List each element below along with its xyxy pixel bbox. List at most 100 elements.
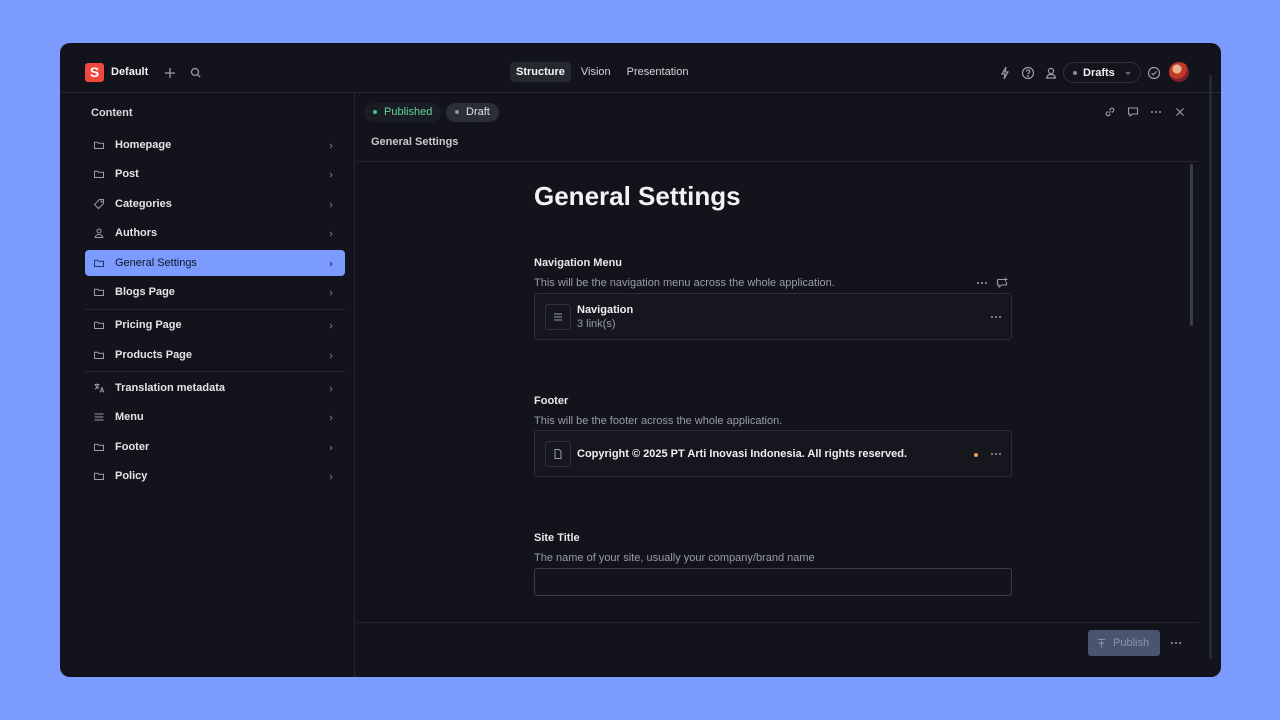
sidebar-item-label: Post [115,168,139,180]
sidebar-divider [85,309,345,310]
menu-icon [545,304,571,330]
page-title: General Settings [534,181,741,211]
content-sidebar: Content Homepage Post Categories Authors… [60,93,355,677]
folder-icon [93,139,105,151]
more-icon[interactable] [989,447,1003,461]
tag-icon [93,198,105,210]
sidebar-item-policy[interactable]: Policy [85,463,345,489]
folder-icon [93,441,105,453]
studio-logo[interactable]: S [85,63,104,82]
document-form[interactable]: General Settings Navigation Menu This wi… [356,162,1199,623]
sidebar-title: Content [91,107,133,119]
site-title-input[interactable] [534,568,1012,596]
document-icon [545,441,571,467]
sidebar-item-label: Categories [115,198,172,210]
folder-icon [93,319,105,331]
window-scrollbar[interactable] [1209,75,1212,659]
more-icon[interactable] [989,310,1003,324]
users-icon[interactable] [1043,65,1059,81]
navigation-menu-label: Navigation Menu [534,257,623,269]
sidebar-item-label: Menu [115,411,144,423]
document-editor: Published Draft General Settings General… [356,93,1199,677]
chevron-right-icon [327,141,335,149]
chevron-right-icon [327,170,335,178]
folder-icon [93,349,105,361]
sidebar-item-general-settings[interactable]: General Settings [85,250,345,276]
document-footer: Publish [356,622,1199,677]
chevron-right-icon [327,384,335,392]
chevron-right-icon [327,229,335,237]
more-icon[interactable] [1149,105,1163,119]
chevron-right-icon [327,288,335,296]
tab-structure[interactable]: Structure [510,62,571,82]
folder-icon [93,168,105,180]
sidebar-item-label: Authors [115,227,158,239]
navigation-reference-card[interactable]: Navigation 3 link(s) [534,293,1012,340]
sidebar-item-menu[interactable]: Menu [85,404,345,430]
sidebar-item-blogs-page[interactable]: Blogs Page [85,279,345,305]
footer-label: Footer [534,395,569,407]
reference-subtitle: 3 link(s) [577,318,616,330]
field-more-icon[interactable] [975,276,989,290]
chevron-right-icon [327,443,335,451]
folder-icon [93,257,105,269]
sidebar-item-label: Products Page [115,349,193,361]
sidebar-item-pricing-page[interactable]: Pricing Page [85,312,345,338]
site-title-description: The name of your site, usually your comp… [534,552,815,564]
perspective-dropdown[interactable]: Drafts [1063,62,1141,83]
bolt-icon[interactable] [997,65,1013,81]
plus-icon[interactable] [162,65,178,81]
tab-presentation[interactable]: Presentation [621,62,695,82]
chevron-down-icon [1124,68,1132,76]
chevron-right-icon [327,413,335,421]
sidebar-divider [85,371,345,372]
document-title: General Settings [371,136,459,148]
user-avatar[interactable] [1169,62,1189,82]
publish-button[interactable]: Publish [1088,630,1160,656]
menu-icon [93,411,105,423]
link-icon[interactable] [1103,105,1117,119]
sidebar-item-label: General Settings [115,257,197,269]
sidebar-item-label: Blogs Page [115,286,175,298]
sidebar-item-label: Policy [115,470,148,482]
person-icon [93,227,105,239]
sidebar-item-label: Homepage [115,139,172,151]
chevron-right-icon [327,472,335,480]
sidebar-item-products-page[interactable]: Products Page [85,342,345,368]
publish-label: Publish [1113,637,1150,649]
sidebar-item-categories[interactable]: Categories [85,191,345,217]
folder-icon [93,286,105,298]
chevron-right-icon [327,321,335,329]
chevron-right-icon [327,351,335,359]
perspective-label: Drafts [1083,66,1115,79]
tool-tabs: Structure Vision Presentation [510,62,694,82]
navigation-menu-description: This will be the navigation menu across … [534,277,835,289]
sidebar-item-label: Pricing Page [115,319,182,331]
help-icon[interactable] [1020,65,1036,81]
site-title-label: Site Title [534,532,580,544]
sidebar-item-homepage[interactable]: Homepage [85,132,345,158]
sidebar-item-footer[interactable]: Footer [85,434,345,460]
sidebar-item-authors[interactable]: Authors [85,220,345,246]
status-badge-draft[interactable]: Draft [446,103,499,122]
sidebar-item-post[interactable]: Post [85,161,345,187]
chevron-right-icon [327,200,335,208]
sidebar-item-translation-metadata[interactable]: Translation metadata [85,375,345,401]
comment-icon[interactable] [1126,105,1140,119]
tab-vision[interactable]: Vision [575,62,617,82]
top-navbar: S Default Structure Vision Presentation … [60,43,1221,93]
close-icon[interactable] [1173,105,1187,119]
publish-icon [1097,638,1106,648]
scrollbar[interactable] [1190,164,1193,326]
add-comment-icon[interactable] [995,276,1009,290]
search-icon[interactable] [188,65,204,81]
reference-title: Copyright © 2025 PT Arti Inovasi Indones… [577,448,908,460]
workspace-name[interactable]: Default [111,66,148,78]
check-circle-icon[interactable] [1146,65,1162,81]
unpublished-dot-icon [974,453,978,457]
more-actions-icon[interactable] [1169,636,1183,650]
sidebar-item-label: Translation metadata [115,382,226,394]
footer-reference-card[interactable]: Copyright © 2025 PT Arti Inovasi Indones… [534,430,1012,477]
status-badge-published[interactable]: Published [364,103,442,122]
folder-icon [93,470,105,482]
